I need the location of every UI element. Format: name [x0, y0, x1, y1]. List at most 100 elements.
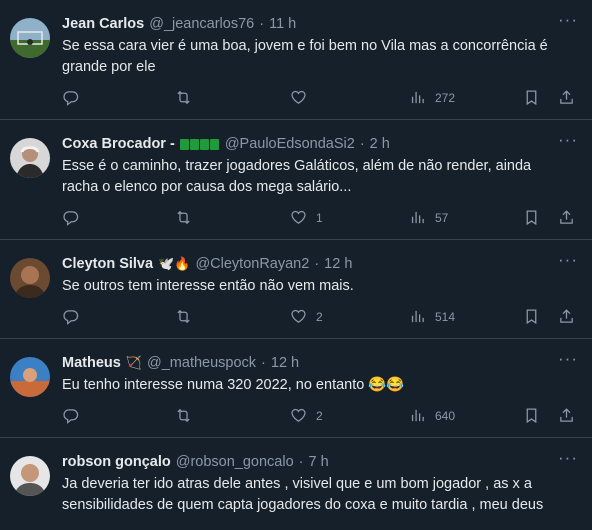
- view-count: 57: [435, 210, 449, 225]
- more-options-icon[interactable]: ···: [558, 10, 578, 30]
- reply-icon: [63, 409, 79, 424]
- timestamp[interactable]: 11 h: [269, 14, 296, 34]
- tweet[interactable]: Jean Carlos @_jeancarlos76 · 11 h ··· Se…: [0, 0, 592, 120]
- separator: ·: [298, 454, 304, 470]
- timestamp[interactable]: 12 h: [271, 353, 299, 373]
- bookmark-button[interactable]: [523, 209, 540, 226]
- share-button[interactable]: [558, 89, 575, 106]
- analytics-icon: [411, 211, 424, 224]
- like-button[interactable]: 2: [290, 407, 323, 424]
- view-count: 272: [435, 90, 456, 105]
- flag-emoji: [179, 134, 220, 154]
- action-bar: 1 57: [62, 209, 576, 229]
- author-handle[interactable]: @robson_goncalo: [176, 452, 294, 472]
- timestamp[interactable]: 7 h: [309, 452, 329, 472]
- analytics-icon: [411, 91, 424, 104]
- view-count: 514: [435, 309, 456, 324]
- author-handle[interactable]: @_matheuspock: [147, 353, 256, 373]
- share-button[interactable]: [558, 407, 575, 424]
- tweet[interactable]: Coxa Brocador - @PauloEdsondaSi2 · 2 h ·…: [0, 120, 592, 240]
- author-handle[interactable]: @PauloEdsondaSi2: [225, 134, 355, 154]
- reply-icon: [63, 211, 79, 226]
- bookmark-icon: [526, 210, 537, 226]
- share-icon: [560, 90, 573, 104]
- views-button[interactable]: 640: [409, 407, 455, 424]
- timestamp[interactable]: 2 h: [370, 134, 390, 154]
- tweet[interactable]: Cleyton Silva 🕊️🔥 @CleytonRayan2 · 12 h …: [0, 240, 592, 339]
- bookmark-icon: [526, 408, 537, 424]
- author-name[interactable]: Cleyton Silva: [62, 254, 153, 274]
- tweet-text: Eu tenho interesse numa 320 2022, no ent…: [62, 377, 405, 393]
- avatar[interactable]: [10, 456, 50, 496]
- bookmark-icon: [526, 309, 537, 325]
- reply-button[interactable]: [62, 407, 88, 424]
- analytics-icon: [411, 409, 424, 422]
- name-emoji: 🕊️🔥: [158, 256, 191, 271]
- analytics-icon: [411, 310, 424, 323]
- author-handle[interactable]: @_jeancarlos76: [149, 14, 254, 34]
- bookmark-icon: [526, 90, 537, 106]
- share-icon: [560, 210, 573, 224]
- more-options-icon[interactable]: ···: [558, 250, 578, 270]
- tweet-text: Ja deveria ter ido atras dele antes , vi…: [62, 476, 544, 513]
- heart-icon: [291, 408, 306, 422]
- avatar[interactable]: [10, 18, 50, 58]
- retweet-button[interactable]: [175, 89, 201, 106]
- more-options-icon[interactable]: ···: [558, 349, 578, 369]
- author-handle[interactable]: @CleytonRayan2: [195, 254, 309, 274]
- retweet-icon: [177, 408, 190, 423]
- like-count: 2: [316, 309, 323, 324]
- views-button[interactable]: 514: [409, 308, 455, 325]
- heart-icon: [291, 210, 306, 224]
- tweet-text: Esse é o caminho, trazer jogadores Galát…: [62, 158, 532, 195]
- reply-icon: [63, 310, 79, 325]
- avatar[interactable]: [10, 258, 50, 298]
- views-button[interactable]: 272: [409, 89, 455, 106]
- views-button[interactable]: 57: [409, 209, 448, 226]
- share-button[interactable]: [558, 308, 575, 325]
- bookmark-button[interactable]: [523, 89, 540, 106]
- like-button[interactable]: 1: [290, 209, 323, 226]
- like-button[interactable]: [290, 89, 316, 106]
- retweet-button[interactable]: [175, 209, 201, 226]
- share-icon: [560, 408, 573, 422]
- action-bar: 2 514: [62, 308, 576, 328]
- tweet[interactable]: robson gonçalo @robson_goncalo · 7 h ···…: [0, 438, 592, 516]
- retweet-icon: [177, 90, 190, 105]
- heart-icon: [291, 90, 306, 104]
- more-options-icon[interactable]: ···: [558, 448, 578, 468]
- action-bar: 272: [62, 89, 576, 109]
- avatar[interactable]: [10, 357, 50, 397]
- tweet-text: Se outros tem interesse então não vem ma…: [62, 278, 354, 294]
- retweet-icon: [177, 210, 190, 225]
- separator: ·: [261, 355, 266, 371]
- bookmark-button[interactable]: [523, 407, 540, 424]
- avatar[interactable]: [10, 138, 50, 178]
- view-count: 640: [435, 408, 456, 423]
- retweet-icon: [177, 309, 190, 324]
- share-button[interactable]: [558, 209, 575, 226]
- heart-icon: [291, 309, 306, 323]
- like-count: 1: [316, 210, 323, 225]
- author-name[interactable]: robson gonçalo: [62, 452, 171, 472]
- action-bar: 2 640: [62, 407, 576, 427]
- author-name[interactable]: Matheus: [62, 353, 121, 373]
- author-name[interactable]: Jean Carlos: [62, 14, 144, 34]
- author-name[interactable]: Coxa Brocador -: [62, 134, 175, 154]
- tweet[interactable]: Matheus 🏹 @_matheuspock · 12 h ··· Eu te…: [0, 339, 592, 438]
- retweet-button[interactable]: [175, 407, 201, 424]
- more-options-icon[interactable]: ···: [558, 130, 578, 150]
- tweet-text: Se essa cara vier é uma boa, jovem e foi…: [62, 38, 548, 75]
- retweet-button[interactable]: [175, 308, 201, 325]
- share-icon: [560, 309, 573, 323]
- reply-button[interactable]: [62, 89, 88, 106]
- reply-icon: [63, 91, 79, 106]
- bookmark-button[interactable]: [523, 308, 540, 325]
- like-count: 2: [316, 408, 323, 423]
- separator: ·: [259, 16, 265, 32]
- like-button[interactable]: 2: [290, 308, 323, 325]
- reply-button[interactable]: [62, 209, 88, 226]
- timestamp[interactable]: 12 h: [324, 254, 352, 274]
- name-emoji: 🏹: [125, 355, 143, 370]
- reply-button[interactable]: [62, 308, 88, 325]
